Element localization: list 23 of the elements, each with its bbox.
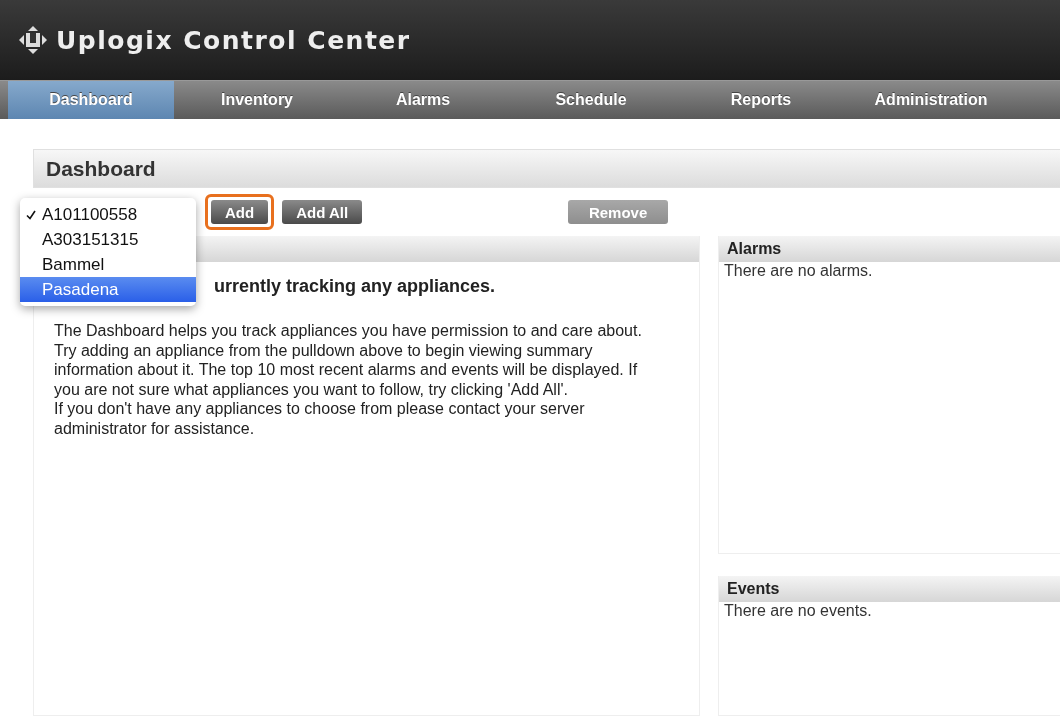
page-title: Dashboard <box>46 156 156 181</box>
nav-tab[interactable]: Dashboard <box>8 81 174 119</box>
help-paragraph: If you don't have any appliances to choose from please contact your server administrator for assistance. <box>54 399 586 438</box>
panel-title: Events <box>727 580 780 598</box>
nav-tab[interactable]: Administration <box>846 81 1016 119</box>
help-paragraph: The Dashboard helps you track appliances you have permission to and care about. Try adding an appliance from the pulldown above to begin viewing summary information about it. The top 10 most recent alarms and events will be displayed. If you are not sure what appliances you want to follow, try clicking 'Add All'. <box>54 321 643 399</box>
empty-message: There are no alarms. <box>723 262 874 280</box>
menu-item[interactable]: Bammel <box>20 252 196 277</box>
logo-icon <box>18 25 48 55</box>
nav-tab[interactable]: Reports <box>676 81 846 119</box>
checkmark-icon <box>26 209 36 220</box>
nav-tab[interactable]: Inventory <box>174 81 340 119</box>
empty-message: There are no events. <box>723 602 873 620</box>
menu-item[interactable]: A303151315 <box>20 227 196 252</box>
menu-item[interactable]: A101100558 <box>20 202 196 227</box>
add-button[interactable]: Add All <box>282 200 363 224</box>
panel-title: Alarms <box>727 240 782 258</box>
nav-tab[interactable]: Alarms <box>340 81 506 119</box>
nav-tab[interactable]: Schedule <box>506 81 676 119</box>
app-title: Uplogix Control Center <box>56 25 411 55</box>
menu-item[interactable]: Pasadena <box>20 277 196 302</box>
panel-heading: urrently tracking any appliances. <box>214 276 497 297</box>
add-button[interactable]: Add <box>211 200 269 224</box>
